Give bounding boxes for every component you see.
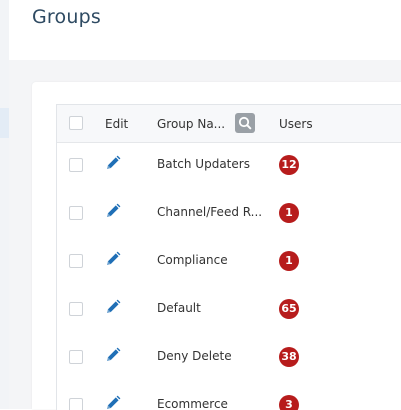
- table-row: Channel/Feed R... 1: [57, 190, 401, 238]
- row-checkbox[interactable]: [69, 254, 83, 268]
- table-row: Batch Updaters 12: [57, 142, 401, 190]
- table-row: Compliance 1: [57, 238, 401, 286]
- page-title: Groups: [32, 6, 101, 28]
- edit-pencil-icon[interactable]: [105, 251, 121, 267]
- page-header: Groups: [9, 0, 401, 60]
- column-header-edit: Edit: [105, 117, 129, 131]
- group-name-cell: Deny Delete: [157, 349, 232, 363]
- left-nav-strip: [0, 0, 9, 409]
- column-header-group-name[interactable]: Group Na...: [157, 117, 225, 131]
- row-checkbox[interactable]: [69, 398, 83, 410]
- users-count-badge[interactable]: 3: [279, 395, 299, 410]
- select-all-checkbox[interactable]: [69, 116, 83, 130]
- group-name-cell: Ecommerce: [157, 397, 228, 410]
- row-checkbox[interactable]: [69, 302, 83, 316]
- search-icon: [238, 116, 252, 130]
- edit-pencil-icon[interactable]: [105, 395, 121, 410]
- edit-pencil-icon[interactable]: [105, 203, 121, 219]
- left-nav-selected-item[interactable]: [0, 108, 9, 138]
- row-checkbox[interactable]: [69, 350, 83, 364]
- group-name-cell: Channel/Feed R...: [157, 205, 263, 219]
- group-name-cell: Compliance: [157, 253, 228, 267]
- table-row: Deny Delete 38: [57, 334, 401, 382]
- group-name-search-button[interactable]: [235, 113, 255, 133]
- row-checkbox[interactable]: [69, 206, 83, 220]
- users-count-badge[interactable]: 1: [279, 251, 299, 271]
- group-name-cell: Batch Updaters: [157, 157, 250, 171]
- table-row: Default 65: [57, 286, 401, 334]
- column-header-users[interactable]: Users: [279, 117, 313, 131]
- edit-pencil-icon[interactable]: [105, 155, 121, 171]
- users-count-badge[interactable]: 38: [279, 347, 299, 367]
- group-name-cell: Default: [157, 301, 201, 315]
- users-count-badge[interactable]: 65: [279, 299, 299, 319]
- edit-pencil-icon[interactable]: [105, 347, 121, 363]
- groups-table: Edit Group Na... Users Batch Updaters 12 C…: [56, 104, 401, 410]
- table-row: Ecommerce 3: [57, 382, 401, 410]
- table-header: Edit Group Na... Users: [57, 105, 401, 143]
- row-checkbox[interactable]: [69, 158, 83, 172]
- users-count-badge[interactable]: 1: [279, 203, 299, 223]
- users-count-badge[interactable]: 12: [279, 155, 299, 175]
- edit-pencil-icon[interactable]: [105, 299, 121, 315]
